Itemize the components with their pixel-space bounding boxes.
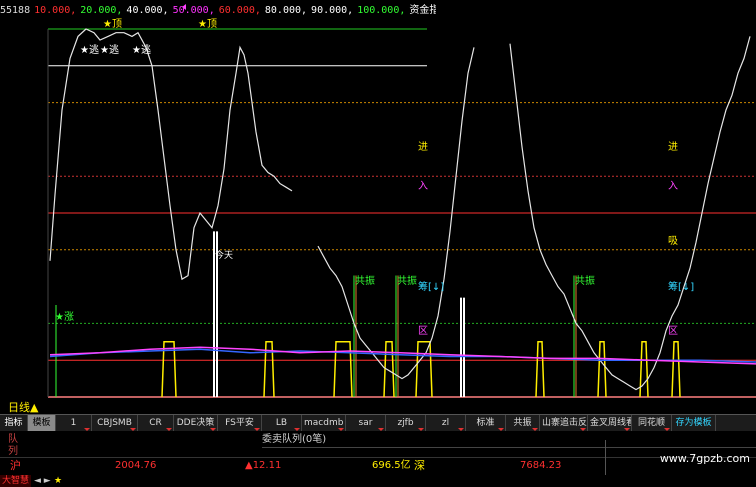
tab-label: zl <box>441 418 450 428</box>
tab-label: CR <box>149 418 162 428</box>
timeframe-text: 日线 <box>8 401 30 414</box>
resonance-label-2: 共振 <box>397 276 417 287</box>
level-1: 20.000, <box>80 5 123 16</box>
tab-indicator[interactable]: 指标 <box>0 415 28 432</box>
absorb-label: 吸 <box>668 236 678 247</box>
tab-shanzhai[interactable]: 山寨追击反击 <box>540 415 588 432</box>
signal-bar-4 <box>415 341 433 398</box>
tab-label: DDE决策 <box>176 418 215 428</box>
entry-label-1: 进 <box>418 142 428 153</box>
escape-marker-3: ★逃 <box>132 45 151 56</box>
tab-label: CBJSMB <box>97 418 132 428</box>
chip-label-1: 筹[↓] <box>418 282 445 293</box>
chip-label-2: 筹[↓] <box>668 282 695 293</box>
turnover-amount: 696.5亿 <box>372 460 411 471</box>
tab-standard[interactable]: 标准 <box>466 415 506 432</box>
status-bar: 大智慧 ◄ ► ★ <box>0 475 756 487</box>
market-ticker: 沪 2004.76 ▲12.11 696.5亿 深 7684.23 <box>0 457 756 474</box>
signal-bar-3 <box>383 341 395 398</box>
tab-label: 1 <box>70 418 77 428</box>
market-name: 沪 <box>10 459 21 472</box>
scroll-arrows-icon[interactable]: ◄ ► <box>34 475 51 487</box>
signal-bar-6 <box>597 341 607 398</box>
level-0: 10.000, <box>34 5 77 16</box>
tab-save-template[interactable]: 存为模板 <box>672 415 716 432</box>
entry-label-2: 入 <box>418 181 428 192</box>
tab-label: FS平安 <box>225 418 254 428</box>
signal-bar-2 <box>333 341 353 398</box>
tab-label: 存为模板 <box>675 418 712 428</box>
tab-resonance[interactable]: 共振 <box>506 415 540 432</box>
level-2: 40.000, <box>126 5 169 16</box>
series-line-0 <box>49 28 293 281</box>
tab-label: 同花顺 <box>637 418 665 428</box>
tab-label: 标准 <box>476 418 495 428</box>
level-3: 50.000, <box>172 5 215 16</box>
tab-label: 金叉周线看 <box>590 418 632 428</box>
rise-marker: ★涨 <box>55 312 74 323</box>
tab-macdmb[interactable]: macdmb <box>302 415 346 432</box>
level-7: 100.000, <box>357 5 406 16</box>
escape-marker-1: ★逃 <box>80 45 99 56</box>
series-line-4 <box>49 346 756 365</box>
tab-zl[interactable]: zl <box>426 415 466 432</box>
queue-scrollbar[interactable] <box>262 447 756 448</box>
indicator-chart[interactable] <box>0 0 756 414</box>
tab-template[interactable]: 模板 <box>28 415 56 432</box>
tab-sar[interactable]: sar <box>346 415 386 432</box>
indicator-header: 55188 10.000, 20.000, 40.000, 50.000, 60.000,… <box>0 0 436 22</box>
star-icon[interactable]: ★ <box>54 475 62 487</box>
signal-bar-8 <box>671 341 681 398</box>
tab-fs[interactable]: FS平安 <box>218 415 262 432</box>
tab-lb[interactable]: LB <box>262 415 302 432</box>
sh-index-value: 2004.76 <box>115 460 157 471</box>
sell-queue-panel: 队 委卖队列(0笔) <box>0 431 756 448</box>
tab-label: 模板 <box>32 418 51 428</box>
watermark: www.7gpzb.com <box>659 452 750 465</box>
tab-1[interactable]: 1 <box>56 415 92 432</box>
tab-label: 山寨追击反击 <box>542 418 588 428</box>
zone-label-2: 区 <box>668 326 678 337</box>
signal-bar-7 <box>639 341 649 398</box>
app-brand: 大智慧 <box>0 475 32 487</box>
signal-bar-5 <box>535 341 545 398</box>
resonance-label-3: 共振 <box>575 276 595 287</box>
top-marker-1: ★顶 <box>103 19 122 30</box>
tab-label: LB <box>275 418 288 428</box>
tab-dde[interactable]: DDE决策 <box>174 415 218 432</box>
entry-label-3: 进 <box>668 142 678 153</box>
tab-tonghuashun[interactable]: 同花顺 <box>632 415 672 432</box>
top-marker-2: ★顶 <box>198 19 217 30</box>
level-4: 60.000, <box>218 5 261 16</box>
tab-cr[interactable]: CR <box>138 415 174 432</box>
tab-zjfb[interactable]: zjfb <box>386 415 426 432</box>
escape-marker-2: ★逃 <box>100 45 119 56</box>
tab-label: 共振 <box>513 418 532 428</box>
today-label: 今天 <box>215 251 234 261</box>
resonance-label-1: 共振 <box>355 276 375 287</box>
timeframe-label[interactable]: 日线▲ <box>8 402 38 414</box>
tab-cbjsmb[interactable]: CBJSMB <box>92 415 138 432</box>
tab-label: sar <box>358 418 373 428</box>
fund-index-label: 资金指数: 41.527↓, 今 <box>409 5 436 16</box>
tab-label: 指标 <box>4 418 23 428</box>
tab-label: zjfb <box>397 418 414 428</box>
market-name-2: 深 <box>414 459 425 472</box>
sell-queue-title: 委卖队列(0笔) <box>262 434 327 445</box>
stock-code: 55188 <box>0 5 31 16</box>
level-5: 80.000, <box>264 5 308 16</box>
level-6: 90.000, <box>311 5 354 16</box>
tab-golden-cross[interactable]: 金叉周线看 <box>588 415 632 432</box>
entry-label-4: 入 <box>668 181 678 192</box>
tab-label: macdmb <box>304 418 344 428</box>
timeframe-arrow: ▲ <box>30 401 39 414</box>
zone-label-1: 区 <box>418 326 428 337</box>
sz-index-value: 7684.23 <box>520 460 562 471</box>
sh-index-change: ▲12.11 <box>245 460 282 471</box>
